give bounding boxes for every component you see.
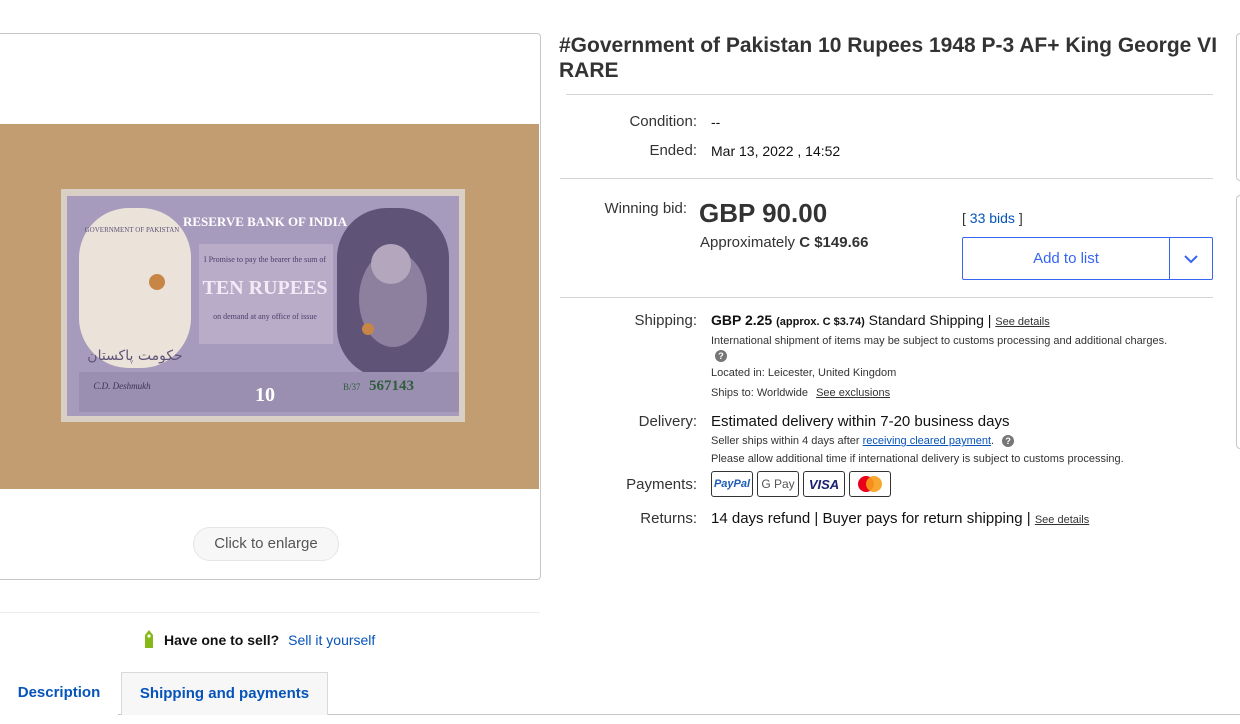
shipping-intl-note: International shipment of items may be s… (711, 334, 1181, 364)
payments-label: Payments: (626, 476, 697, 493)
sell-question: Have one to sell? (164, 632, 280, 648)
shipping-method: Standard Shipping (868, 312, 984, 328)
side-card (1236, 195, 1240, 449)
help-icon[interactable]: ? (1002, 435, 1015, 448)
bids-close-bracket: ] (1018, 210, 1023, 226)
seller-ships-within: Seller ships within 4 days after receivi… (711, 435, 1015, 448)
note-prefix-text: B/37 (343, 382, 361, 392)
approx-price: Approximately C $149.66 (700, 234, 868, 251)
intl-note-text: International shipment of items may be s… (711, 335, 1168, 347)
note-urdu-text: حکومت پاکستان (87, 348, 182, 364)
tab-description[interactable]: Description (0, 672, 118, 715)
item-photo[interactable]: RESERVE BANK OF INDIA GOVERNMENT OF PAKI… (0, 124, 539, 489)
sell-prompt: Have one to sell? Sell it yourself (142, 628, 375, 652)
item-tabs: Description Shipping and payments (0, 672, 1240, 724)
banknote-image: RESERVE BANK OF INDIA GOVERNMENT OF PAKI… (0, 124, 539, 489)
payment-methods: PayPal G Pay VISA (711, 471, 891, 497)
add-to-list-control: Add to list (962, 237, 1213, 280)
bid-count: [ 33 bids ] (962, 210, 1023, 226)
note-promise-text: I Promise to pay the bearer the sum of (204, 255, 327, 264)
note-denomination-text: TEN RUPEES (202, 277, 327, 299)
returns-label: Returns: (640, 510, 697, 527)
google-pay-icon: G Pay (757, 471, 799, 497)
tab-shipping-and-payments[interactable]: Shipping and payments (121, 672, 328, 715)
ships-to: Ships to: Worldwide See exclusions (711, 387, 890, 399)
ended-value: Mar 13, 2022 , 14:52 (711, 143, 841, 159)
see-exclusions-link[interactable]: See exclusions (816, 387, 890, 399)
visa-icon: VISA (803, 471, 845, 497)
bid-history-link[interactable]: 33 bids (970, 210, 1015, 226)
condition-label: Condition: (629, 113, 697, 130)
paypal-icon: PayPal (711, 471, 753, 497)
returns-line: 14 days refund | Buyer pays for return s… (711, 510, 1089, 527)
ended-label: Ended: (649, 142, 697, 159)
shipping-approx: (approx. C $3.74) (776, 316, 865, 328)
location-label: Located in: (711, 367, 765, 379)
approx-value: C $149.66 (799, 234, 869, 251)
note-issuer-text: GOVERNMENT OF PAKISTAN (85, 226, 180, 234)
divider (560, 297, 1213, 298)
note-signature-text: C.D. Deshmukh (93, 381, 151, 391)
returns-see-details-link[interactable]: See details (1035, 514, 1089, 526)
delivery-label: Delivery: (638, 413, 697, 430)
note-numeral-text: 10 (255, 384, 275, 406)
winning-bid-label: Winning bid: (604, 200, 687, 217)
location-value: Leicester, United Kingdom (767, 367, 897, 379)
note-payable-text: on demand at any office of issue (213, 312, 317, 321)
receiving-cleared-payment-link[interactable]: receiving cleared payment (863, 435, 991, 447)
tag-icon (142, 628, 156, 653)
winning-bid-price: GBP 90.00 (699, 198, 828, 228)
shipping-separator: | (987, 312, 992, 328)
seller-card (1236, 33, 1240, 181)
approx-prefix: Approximately (700, 234, 796, 251)
divider (0, 612, 540, 613)
help-icon[interactable]: ? (715, 350, 727, 363)
item-location: Located in: Leicester, United Kingdom (711, 367, 896, 379)
customs-note: Please allow additional time if internat… (711, 453, 1124, 465)
delivery-estimate: Estimated delivery within 7-20 business … (711, 413, 1010, 430)
condition-value: -- (711, 114, 721, 130)
shipping-see-details-link[interactable]: See details (995, 316, 1049, 328)
image-gallery: RESERVE BANK OF INDIA GOVERNMENT OF PAKI… (0, 33, 541, 580)
ships-to-label: Ships to: (711, 387, 754, 399)
returns-separator: | (1026, 510, 1031, 527)
ships-to-value: Worldwide (756, 387, 809, 399)
click-to-enlarge-button[interactable]: Click to enlarge (193, 527, 339, 561)
sell-it-yourself-link[interactable]: Sell it yourself (288, 632, 375, 648)
note-bank-text: RESERVE BANK OF INDIA (183, 214, 348, 229)
bids-open-bracket: [ (962, 210, 966, 226)
divider (560, 178, 1213, 179)
chevron-down-icon (1184, 254, 1198, 263)
shipping-label: Shipping: (634, 312, 697, 329)
mastercard-icon (849, 471, 891, 497)
add-to-list-dropdown[interactable] (1170, 238, 1212, 279)
ships-within-period: . (991, 435, 995, 447)
add-to-list-button[interactable]: Add to list (963, 238, 1170, 279)
divider (566, 94, 1213, 95)
item-title: #Government of Pakistan 10 Rupees 1948 P… (559, 34, 1218, 82)
returns-policy: 14 days refund | Buyer pays for return s… (711, 510, 1023, 527)
shipping-line: GBP 2.25 (approx. C $3.74) Standard Ship… (711, 312, 1050, 328)
shipping-price: GBP 2.25 (711, 312, 773, 328)
ships-within-text: Seller ships within 4 days after (711, 435, 860, 447)
note-serial-text: 567143 (369, 378, 414, 394)
